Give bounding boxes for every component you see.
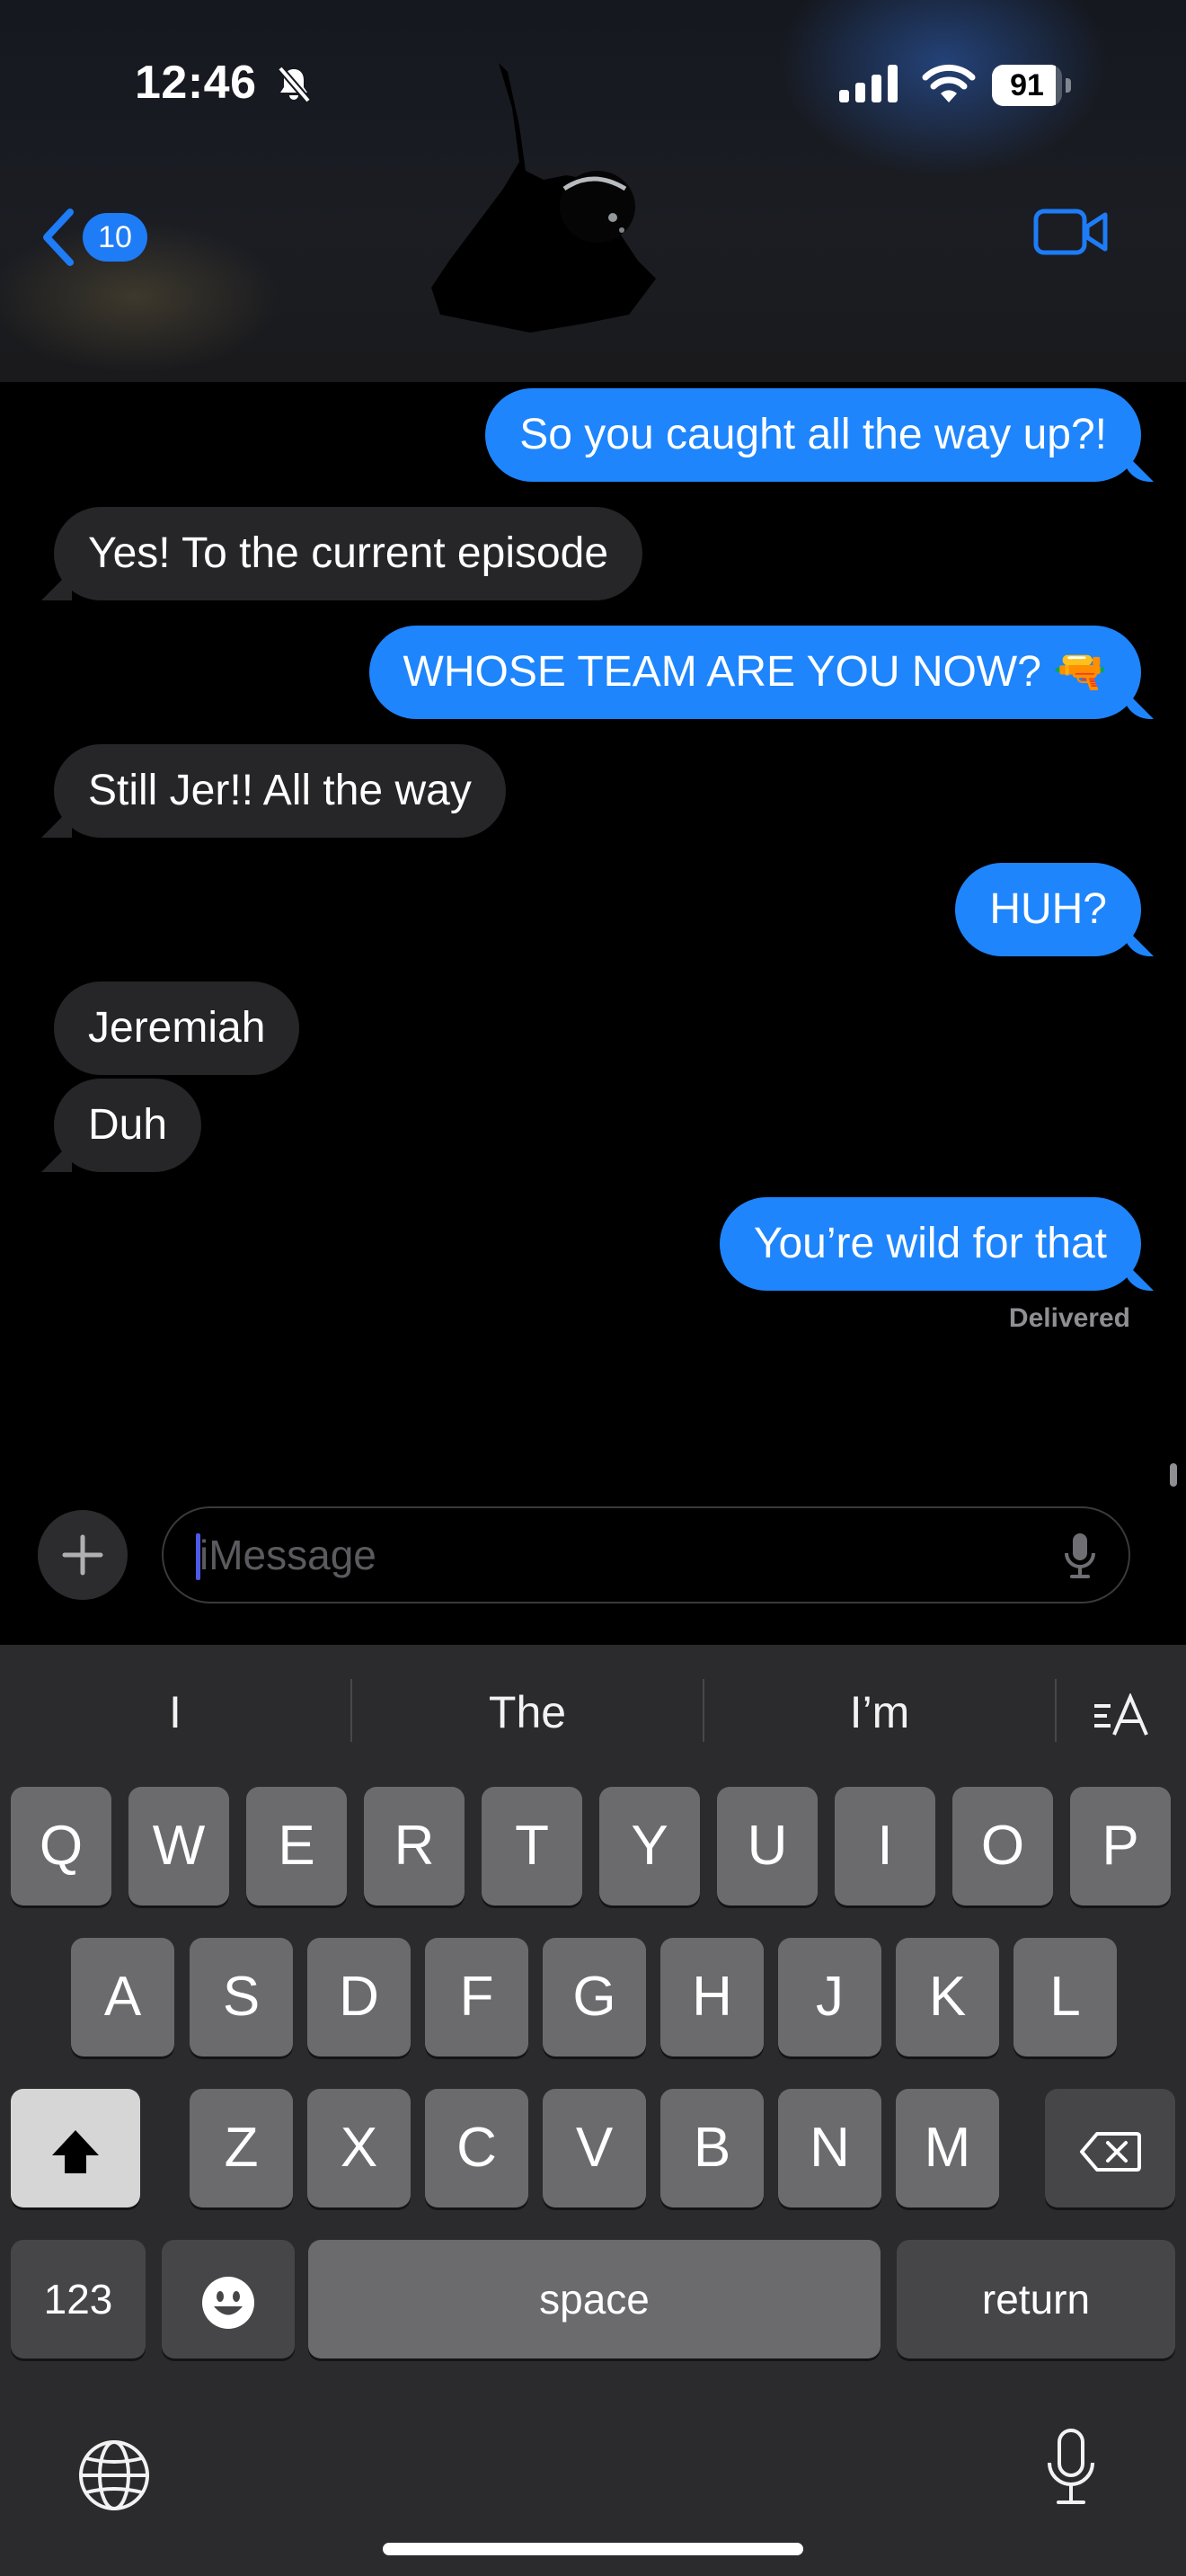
- delete-key[interactable]: [1045, 2089, 1175, 2207]
- key-e[interactable]: E: [246, 1787, 347, 1905]
- message-bubble-sent[interactable]: So you caught all the way up?!: [485, 388, 1141, 482]
- backspace-icon: [1079, 2131, 1141, 2172]
- key-y[interactable]: Y: [599, 1787, 700, 1905]
- plus-icon: [62, 1534, 103, 1576]
- key-t[interactable]: T: [482, 1787, 582, 1905]
- shift-key[interactable]: [11, 2089, 140, 2207]
- text-format-button[interactable]: [1057, 1645, 1186, 1780]
- delivery-status: Delivered: [1008, 1303, 1130, 1333]
- suggestion-2[interactable]: The: [352, 1645, 703, 1780]
- keyboard-dictation-mic-icon[interactable]: [1044, 2427, 1098, 2512]
- message-bubble-received[interactable]: Jeremiah: [54, 982, 300, 1075]
- key-g[interactable]: G: [543, 1938, 646, 2056]
- wifi-icon: [922, 61, 976, 109]
- return-key[interactable]: return: [897, 2240, 1175, 2358]
- message-bubble-received[interactable]: Yes! To the current episode: [54, 507, 643, 600]
- contact-avatar[interactable]: [413, 54, 719, 378]
- key-z[interactable]: Z: [190, 2089, 293, 2207]
- key-h[interactable]: H: [660, 1938, 764, 2056]
- message-bubble-received[interactable]: Still Jer!! All the way: [54, 744, 506, 838]
- key-n[interactable]: N: [778, 2089, 881, 2207]
- text-format-icon: [1094, 1692, 1148, 1736]
- key-b[interactable]: B: [660, 2089, 764, 2207]
- message-bubble-received[interactable]: Duh: [54, 1079, 202, 1172]
- key-c[interactable]: C: [425, 2089, 528, 2207]
- key-x[interactable]: X: [307, 2089, 411, 2207]
- message-bubble-sent[interactable]: WHOSE TEAM ARE YOU NOW? 🔫: [368, 626, 1141, 719]
- chevron-left-icon: [43, 209, 74, 266]
- key-v[interactable]: V: [543, 2089, 646, 2207]
- key-f[interactable]: F: [425, 1938, 528, 2056]
- key-a[interactable]: A: [71, 1938, 174, 2056]
- bell-slash-icon: [275, 65, 313, 109]
- add-attachment-button[interactable]: [38, 1510, 128, 1600]
- key-r[interactable]: R: [364, 1787, 465, 1905]
- cellular-signal-icon: [839, 65, 900, 107]
- scroll-indicator[interactable]: [1170, 1463, 1177, 1487]
- emoji-key[interactable]: [162, 2240, 295, 2358]
- globe-icon[interactable]: [77, 2438, 151, 2517]
- battery-icon: 91: [992, 65, 1073, 106]
- dictation-mic-icon[interactable]: [1062, 1532, 1098, 1585]
- space-key[interactable]: space: [308, 2240, 881, 2358]
- facetime-video-button[interactable]: [1033, 207, 1109, 262]
- key-p[interactable]: P: [1070, 1787, 1171, 1905]
- battery-percent: 91: [1010, 68, 1044, 102]
- key-j[interactable]: J: [778, 1938, 881, 2056]
- video-camera-icon: [1033, 209, 1108, 255]
- message-bubble-sent[interactable]: You’re wild for that: [719, 1197, 1141, 1291]
- key-i[interactable]: I: [835, 1787, 935, 1905]
- status-time: 12:46: [135, 57, 257, 109]
- key-k[interactable]: K: [896, 1938, 999, 2056]
- key-s[interactable]: S: [190, 1938, 293, 2056]
- key-m[interactable]: M: [896, 2089, 999, 2207]
- message-input[interactable]: iMessage: [162, 1506, 1130, 1603]
- emoji-face-icon: [202, 2276, 254, 2329]
- suggestion-3[interactable]: I’m: [704, 1645, 1055, 1780]
- key-o[interactable]: O: [952, 1787, 1053, 1905]
- key-u[interactable]: U: [717, 1787, 818, 1905]
- message-input-placeholder: iMessage: [199, 1532, 376, 1578]
- numbers-key[interactable]: 123: [11, 2240, 146, 2358]
- back-button[interactable]: 10: [40, 205, 147, 270]
- keyboard: I The I’m Q W E R T Y U I O P A S D F G …: [0, 1645, 1186, 2576]
- home-indicator[interactable]: [383, 2543, 803, 2555]
- conversation-header: 12:46 91 10: [0, 0, 1186, 382]
- key-w[interactable]: W: [128, 1787, 229, 1905]
- suggestion-1[interactable]: I: [0, 1645, 350, 1780]
- shift-arrow-icon: [52, 2129, 99, 2173]
- key-l[interactable]: L: [1013, 1938, 1117, 2056]
- unread-count-badge: 10: [83, 213, 147, 262]
- key-q[interactable]: Q: [11, 1787, 111, 1905]
- key-d[interactable]: D: [307, 1938, 411, 2056]
- message-bubble-sent[interactable]: HUH?: [955, 863, 1141, 956]
